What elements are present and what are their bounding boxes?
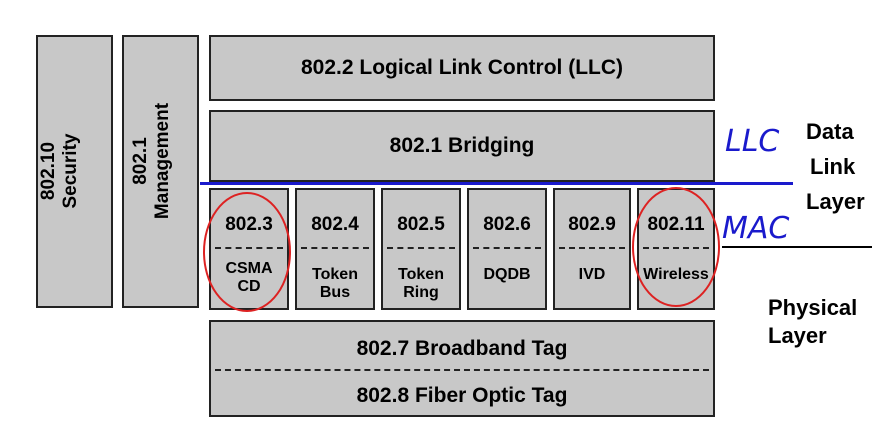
mac-label-line1: IVD (578, 266, 606, 283)
dashed-divider (473, 247, 541, 249)
mac-box-802-5: 802.5 Token Ring (381, 188, 461, 310)
mac-number: 802.4 (311, 214, 359, 235)
physical-line2: Layer (768, 322, 827, 348)
mac-label: Token Ring (383, 266, 459, 301)
dashed-divider (643, 247, 709, 249)
mac-number: 802.5 (397, 214, 445, 235)
mac-label: CSMA CD (211, 260, 287, 295)
mac-label: Wireless (639, 266, 713, 284)
mac-box-802-11: 802.11 Wireless (637, 188, 715, 310)
mac-label-line1: Wireless (643, 266, 709, 283)
bridging-label: 802.1 Bridging (389, 134, 535, 157)
bridging-box: 802.1 Bridging (209, 110, 715, 182)
mac-label-line1: Token (398, 266, 444, 283)
mac-box-802-6: 802.6 DQDB (467, 188, 547, 310)
management-number: 802.1 (130, 137, 151, 185)
llc-annotation: LLC (725, 124, 780, 159)
dashed-divider (387, 247, 455, 249)
mac-label-line2: Ring (403, 283, 439, 301)
management-text: Management (151, 102, 173, 220)
mac-label: DQDB (469, 266, 545, 284)
mac-annotation: MAC (722, 211, 790, 246)
mac-label-line1: CSMA (225, 260, 273, 277)
security-text: Security (59, 133, 81, 209)
fiber-tag-label: 802.8 Fiber Optic Tag (356, 384, 568, 407)
mac-box-802-3: 802.3 CSMA CD (209, 188, 289, 310)
data-link-line3: Layer (806, 189, 865, 215)
mac-box-802-4: 802.4 Token Bus (295, 188, 375, 310)
mac-number: 802.6 (483, 214, 531, 235)
mac-label: IVD (555, 266, 629, 284)
mac-box-802-9: 802.9 IVD (553, 188, 631, 310)
mac-label-line2: Bus (319, 283, 351, 301)
broadband-tag-label: 802.7 Broadband Tag (356, 337, 568, 360)
management-label: 802.1 Management (130, 76, 200, 246)
data-link-line1: Data (806, 119, 854, 144)
mac-label: Token Bus (297, 266, 373, 301)
mac-label-line1: Token (312, 266, 358, 283)
physical-line1: Physical (768, 295, 858, 320)
dashed-divider (301, 247, 369, 249)
dashed-divider (215, 369, 709, 371)
mac-label-line2: CD (237, 277, 261, 295)
llc-box: 802.2 Logical Link Control (LLC) (209, 35, 715, 101)
dashed-divider (215, 247, 283, 249)
security-number: 802.10 (38, 141, 59, 201)
physical-tags-box: 802.7 Broadband Tag 802.8 Fiber Optic Ta… (209, 320, 715, 417)
security-label: 802.10 Security (38, 86, 108, 256)
llc-mac-divider (200, 182, 793, 185)
llc-label: 802.2 Logical Link Control (LLC) (300, 56, 624, 79)
data-link-layer-label: Data Link Layer (806, 114, 865, 220)
physical-layer-label: Physical Layer (768, 294, 857, 349)
mac-number: 802.3 (225, 214, 273, 235)
mac-label-line1: DQDB (483, 266, 531, 283)
data-physical-divider (722, 246, 872, 248)
data-link-line2: Link (810, 154, 856, 180)
mac-number: 802.9 (568, 214, 616, 235)
mac-number: 802.11 (647, 214, 705, 235)
dashed-divider (559, 247, 625, 249)
